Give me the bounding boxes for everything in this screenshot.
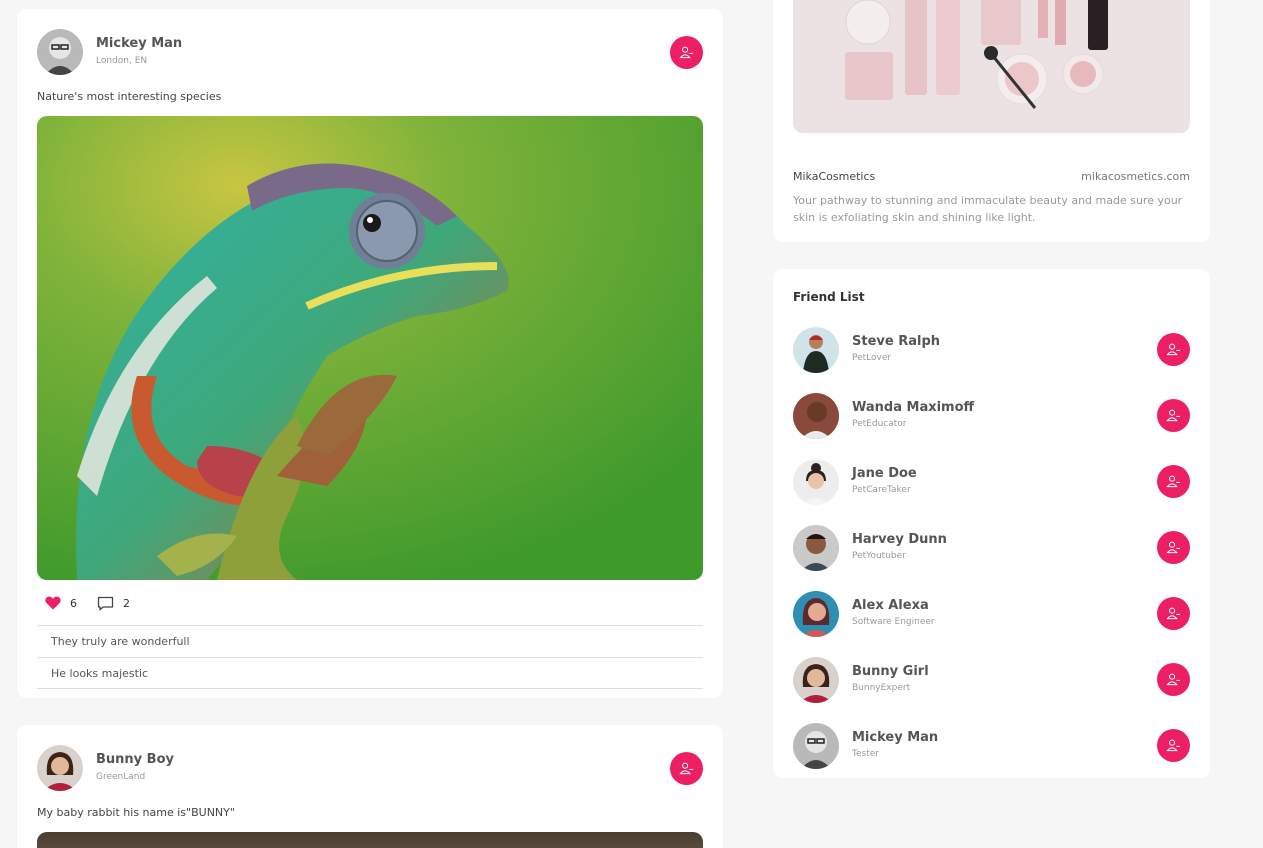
- user-minus-icon: [1166, 475, 1181, 488]
- user-minus-icon: [1166, 409, 1181, 422]
- post-image-chameleon[interactable]: [37, 116, 703, 580]
- post-text: Nature's most interesting species: [37, 90, 222, 103]
- friend-name[interactable]: Mickey Man: [852, 730, 938, 745]
- remove-friend-button[interactable]: [670, 36, 703, 69]
- remove-friend-button[interactable]: [1157, 465, 1190, 498]
- friend-item[interactable]: Alex Alexa Software Engineer: [793, 591, 1190, 637]
- post-card: Mickey Man London, EN Nature's most inte…: [17, 9, 723, 698]
- friend-item[interactable]: Jane Doe PetCareTaker: [793, 459, 1190, 505]
- friend-role: PetEducator: [852, 419, 907, 429]
- friend-list-card: Friend List Steve Ralph PetLover Wanda M…: [773, 269, 1210, 778]
- friend-role: Tester: [852, 749, 879, 759]
- author-avatar[interactable]: [37, 745, 83, 791]
- friend-name[interactable]: Wanda Maximoff: [852, 400, 974, 415]
- friend-role: PetLover: [852, 353, 892, 363]
- ad-brand-name[interactable]: MikaCosmetics: [793, 170, 875, 183]
- post-header: Bunny Boy GreenLand: [37, 745, 703, 791]
- post-reactions: 6 2: [45, 594, 130, 612]
- ad-image-cosmetics[interactable]: [793, 0, 1190, 133]
- friend-role: PetCareTaker: [852, 485, 911, 495]
- friend-item[interactable]: Steve Ralph PetLover: [793, 327, 1190, 373]
- remove-friend-button[interactable]: [1157, 729, 1190, 762]
- remove-friend-button[interactable]: [1157, 399, 1190, 432]
- user-minus-icon: [1166, 673, 1181, 686]
- author-name[interactable]: Bunny Boy: [96, 752, 174, 767]
- heart-icon[interactable]: [45, 596, 61, 610]
- author-location: London, EN: [96, 56, 148, 66]
- post-header: Mickey Man London, EN: [37, 29, 703, 75]
- comment-count: 2: [123, 596, 130, 610]
- comment-icon[interactable]: [97, 596, 114, 611]
- author-name[interactable]: Mickey Man: [96, 36, 182, 51]
- friend-avatar[interactable]: [793, 327, 839, 373]
- user-minus-icon: [679, 46, 694, 59]
- sponsored-ad-card: MikaCosmetics mikacosmetics.com Your pat…: [773, 0, 1210, 242]
- friend-name[interactable]: Harvey Dunn: [852, 532, 947, 547]
- friend-list-title: Friend List: [793, 290, 865, 304]
- remove-friend-button[interactable]: [1157, 663, 1190, 696]
- friend-role: Software Engineer: [852, 617, 935, 627]
- friend-name[interactable]: Alex Alexa: [852, 598, 929, 613]
- post-text: My baby rabbit his name is"BUNNY": [37, 806, 235, 819]
- friend-avatar[interactable]: [793, 591, 839, 637]
- friend-avatar[interactable]: [793, 393, 839, 439]
- friend-name[interactable]: Jane Doe: [852, 466, 917, 481]
- ad-description: Your pathway to stunning and immaculate …: [793, 194, 1183, 224]
- comment-item: They truly are wonderfull: [37, 625, 703, 657]
- author-location: GreenLand: [96, 772, 146, 782]
- friend-avatar[interactable]: [793, 657, 839, 703]
- remove-friend-button[interactable]: [670, 752, 703, 785]
- friend-role: BunnyExpert: [852, 683, 911, 693]
- remove-friend-button[interactable]: [1157, 531, 1190, 564]
- friend-avatar[interactable]: [793, 459, 839, 505]
- user-minus-icon: [679, 762, 694, 775]
- user-minus-icon: [1166, 739, 1181, 752]
- like-count: 6: [70, 596, 77, 610]
- friend-item[interactable]: Harvey Dunn PetYoutuber: [793, 525, 1190, 571]
- user-minus-icon: [1166, 343, 1181, 356]
- ad-link[interactable]: mikacosmetics.com: [1081, 170, 1190, 183]
- friend-role: PetYoutuber: [852, 551, 906, 561]
- friend-name[interactable]: Steve Ralph: [852, 334, 940, 349]
- friend-item[interactable]: Wanda Maximoff PetEducator: [793, 393, 1190, 439]
- author-avatar[interactable]: [37, 29, 83, 75]
- remove-friend-button[interactable]: [1157, 333, 1190, 366]
- remove-friend-button[interactable]: [1157, 597, 1190, 630]
- user-minus-icon: [1166, 607, 1181, 620]
- friend-name[interactable]: Bunny Girl: [852, 664, 929, 679]
- post-card: Bunny Boy GreenLand My baby rabbit his n…: [17, 725, 723, 848]
- friend-avatar[interactable]: [793, 723, 839, 769]
- friend-avatar[interactable]: [793, 525, 839, 571]
- user-minus-icon: [1166, 541, 1181, 554]
- friend-item[interactable]: Mickey Man Tester: [793, 723, 1190, 769]
- comment-item: He looks majestic: [37, 657, 703, 689]
- friend-item[interactable]: Bunny Girl BunnyExpert: [793, 657, 1190, 703]
- post-image[interactable]: [37, 832, 703, 848]
